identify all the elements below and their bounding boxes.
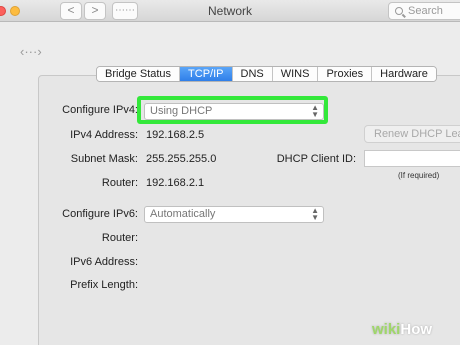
tab-proxies[interactable]: Proxies bbox=[318, 67, 373, 81]
search-icon bbox=[395, 7, 403, 15]
tab-bar: Bridge Status TCP/IP DNS WINS Proxies Ha… bbox=[96, 66, 437, 82]
configure-ipv6-value: Automatically bbox=[150, 208, 216, 220]
configure-ipv6-label: Configure IPv6: bbox=[62, 208, 138, 220]
ipv4-router-value: 192.168.2.1 bbox=[146, 177, 205, 189]
dhcp-client-id-field[interactable] bbox=[364, 150, 460, 167]
tab-bridge-status[interactable]: Bridge Status bbox=[97, 67, 181, 81]
watermark-wiki: wiki bbox=[372, 321, 401, 338]
ipv4-router-label: Router: bbox=[101, 177, 138, 189]
updown-chevron-icon: ▲ ▼ bbox=[311, 206, 319, 222]
tab-dns[interactable]: DNS bbox=[232, 67, 273, 81]
ipv4-address-label: IPv4 Address: bbox=[70, 129, 138, 141]
renew-dhcp-lease-button[interactable]: Renew DHCP Lease bbox=[364, 125, 460, 143]
watermark-how: How bbox=[400, 321, 433, 338]
ipv6-address-label: IPv6 Address: bbox=[70, 256, 138, 268]
tab-wins[interactable]: WINS bbox=[272, 67, 319, 81]
configure-ipv4-label: Configure IPv4: bbox=[62, 104, 138, 116]
title-bar: < > ⋯⋯ Network Search bbox=[0, 0, 460, 22]
back-to-network-icon[interactable]: ‹···› bbox=[20, 44, 42, 59]
tab-tcpip[interactable]: TCP/IP bbox=[180, 67, 233, 81]
prefix-length-label: Prefix Length: bbox=[70, 279, 138, 291]
ipv4-address-value: 192.168.2.5 bbox=[146, 129, 205, 141]
wikihow-watermark: wikiHow bbox=[372, 321, 432, 338]
search-placeholder: Search bbox=[408, 5, 443, 17]
dhcp-client-id-label: DHCP Client ID: bbox=[276, 153, 356, 165]
subnet-mask-label: Subnet Mask: bbox=[70, 153, 138, 165]
ipv6-router-label: Router: bbox=[101, 232, 138, 244]
subnet-mask-value: 255.255.255.0 bbox=[146, 153, 217, 165]
configure-ipv6-select[interactable]: Automatically ▲ ▼ bbox=[144, 206, 324, 223]
client-id-hint: (If required) bbox=[398, 171, 440, 180]
highlight-box bbox=[137, 96, 328, 124]
search-field[interactable]: Search bbox=[388, 2, 460, 20]
tab-hardware[interactable]: Hardware bbox=[372, 67, 436, 81]
